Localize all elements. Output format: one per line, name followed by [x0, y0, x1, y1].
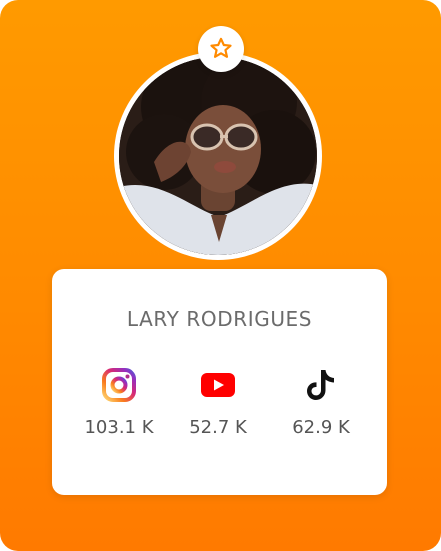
star-icon — [210, 37, 232, 58]
instagram-count: 103.1 K — [84, 417, 154, 438]
profile-panel: LARY RODRIGUES 103.1 K 52.7 K 62.9 K — [52, 269, 387, 495]
avatar-frame — [114, 52, 322, 260]
tiktok-stat[interactable]: 62.9 K — [271, 367, 371, 438]
avatar-photo — [119, 57, 317, 255]
profile-name: LARY RODRIGUES — [126, 307, 313, 331]
star-badge[interactable] — [198, 26, 244, 72]
tiktok-icon — [271, 367, 371, 403]
profile-card: LARY RODRIGUES 103.1 K 52.7 K 62.9 K — [0, 0, 441, 551]
youtube-icon — [168, 367, 268, 403]
instagram-stat[interactable]: 103.1 K — [69, 367, 169, 438]
instagram-icon — [69, 367, 169, 403]
tiktok-count: 62.9 K — [292, 417, 350, 438]
youtube-count: 52.7 K — [189, 417, 247, 438]
youtube-stat[interactable]: 52.7 K — [168, 367, 268, 438]
avatar[interactable] — [119, 57, 317, 255]
